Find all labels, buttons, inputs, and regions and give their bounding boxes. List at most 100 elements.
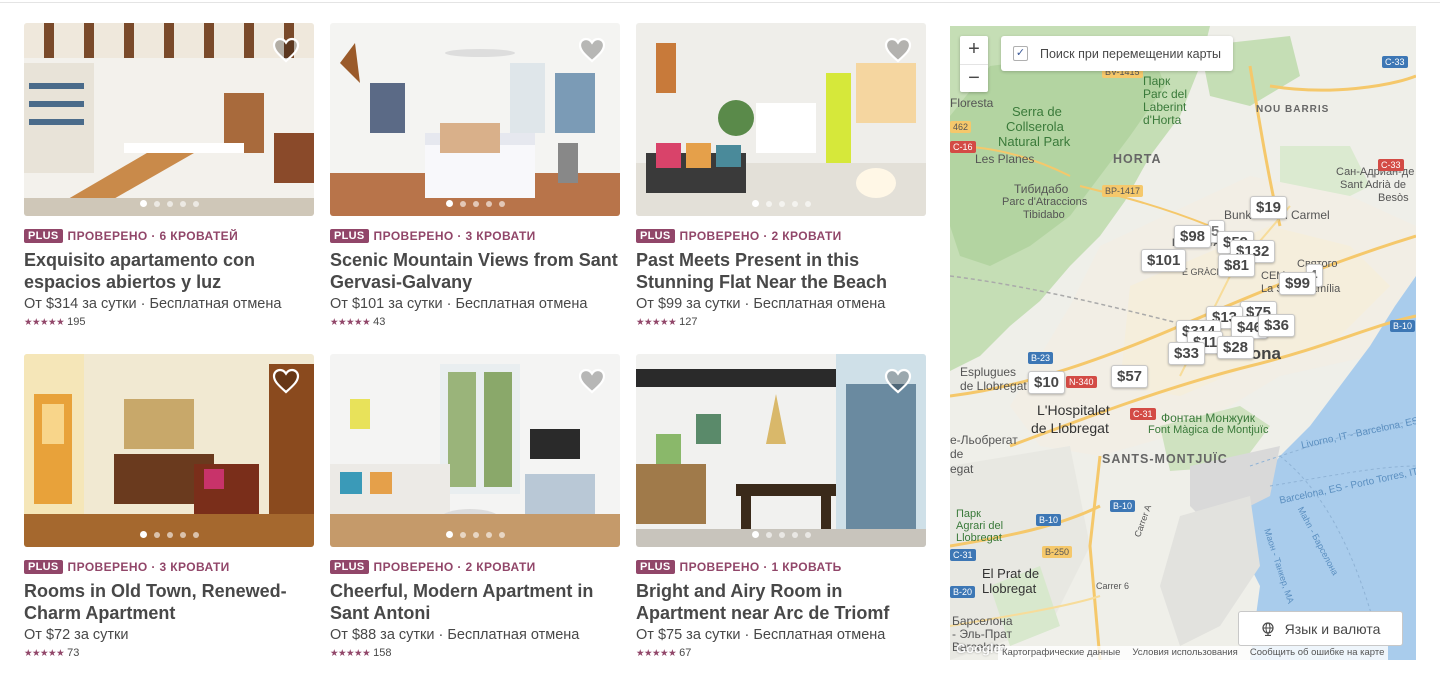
- carousel-dot[interactable]: [804, 531, 811, 538]
- listing-card[interactable]: PLUS ПРОВЕРЕНО · 6 КРОВАТЕЙ Exquisito ap…: [24, 23, 314, 328]
- carousel-dot[interactable]: [445, 200, 453, 207]
- plus-badge: PLUS: [24, 560, 63, 574]
- listing-title[interactable]: Bright and Airy Room in Apartment near A…: [636, 580, 926, 624]
- carousel-dot[interactable]: [765, 200, 772, 207]
- carousel-dot[interactable]: [179, 531, 186, 538]
- road-shield: C-31: [1130, 408, 1156, 420]
- heart-icon[interactable]: [884, 368, 912, 394]
- listing-title[interactable]: Exquisito apartamento con espacios abier…: [24, 249, 314, 293]
- map-label: Тибидабо: [1014, 182, 1069, 196]
- zoom-in-button[interactable]: +: [960, 36, 988, 64]
- listing-title[interactable]: Cheerful, Modern Apartment in Sant Anton…: [330, 580, 620, 624]
- search-on-move-control[interactable]: ✓ Поиск при перемещении карты: [1001, 36, 1233, 71]
- carousel-dot[interactable]: [485, 200, 492, 207]
- carousel-dot[interactable]: [192, 200, 199, 207]
- carousel-dot[interactable]: [498, 200, 505, 207]
- listing-image: [24, 23, 314, 216]
- heart-icon[interactable]: [272, 368, 300, 394]
- carousel-dot[interactable]: [153, 200, 160, 207]
- carousel-dot[interactable]: [778, 200, 785, 207]
- carousel-dot[interactable]: [751, 200, 759, 207]
- listing-photo[interactable]: [330, 354, 620, 547]
- carousel-dot[interactable]: [765, 531, 772, 538]
- map-label: Llobregat: [982, 581, 1037, 596]
- carousel-dot[interactable]: [804, 200, 811, 207]
- carousel-dot[interactable]: [192, 531, 199, 538]
- carousel-dot[interactable]: [139, 531, 147, 538]
- price-pin[interactable]: $57: [1111, 365, 1149, 388]
- carousel-dot[interactable]: [485, 531, 492, 538]
- map-label: Фонтан Монжуик: [1161, 411, 1255, 425]
- listing-price: От $72 за сутки: [24, 627, 129, 643]
- listing-photo[interactable]: [636, 354, 926, 547]
- carousel-dot[interactable]: [166, 531, 173, 538]
- carousel-dot[interactable]: [179, 200, 186, 207]
- listing-card[interactable]: PLUS ПРОВЕРЕНО · 2 КРОВАТИ Cheerful, Mod…: [330, 354, 620, 659]
- heart-icon[interactable]: [578, 368, 606, 394]
- listing-price: От $75 за сутки · Бесплатная отмена: [636, 627, 886, 643]
- price-pin[interactable]: $10: [1028, 371, 1066, 394]
- map-label: Besòs: [1378, 192, 1409, 204]
- listing-title[interactable]: Past Meets Present in this Stunning Flat…: [636, 249, 926, 293]
- language-currency-button[interactable]: Язык и валюта: [1238, 611, 1403, 646]
- price-pin[interactable]: $33: [1168, 342, 1206, 365]
- carousel-dot[interactable]: [139, 200, 147, 207]
- star-rating-icon: ★★★★★: [24, 647, 65, 659]
- photo-carousel-dots[interactable]: [330, 531, 620, 538]
- price-pin[interactable]: $36: [1258, 314, 1296, 337]
- carousel-dot[interactable]: [751, 531, 759, 538]
- listing-card[interactable]: PLUS ПРОВЕРЕНО · 2 КРОВАТИ Past Meets Pr…: [636, 23, 926, 328]
- carousel-dot[interactable]: [153, 531, 160, 538]
- price-pin[interactable]: $28: [1217, 336, 1255, 359]
- listing-card[interactable]: PLUS ПРОВЕРЕНО · 3 КРОВАТИ Scenic Mounta…: [330, 23, 620, 328]
- listing-card[interactable]: PLUS ПРОВЕРЕНО · 1 КРОВАТЬ Bright and Ai…: [636, 354, 926, 659]
- carousel-dot[interactable]: [498, 531, 505, 538]
- road-shield: B-10: [1036, 514, 1062, 526]
- photo-carousel-dots[interactable]: [636, 200, 926, 207]
- map-label: Les Planes: [975, 152, 1035, 166]
- carousel-dot[interactable]: [459, 200, 466, 207]
- road-shield: 462: [950, 121, 972, 133]
- heart-icon[interactable]: [884, 37, 912, 63]
- listing-card[interactable]: PLUS ПРОВЕРЕНО · 3 КРОВАТИ Rooms in Old …: [24, 354, 314, 659]
- carousel-dot[interactable]: [166, 200, 173, 207]
- listing-photo[interactable]: [24, 354, 314, 547]
- listing-title[interactable]: Rooms in Old Town, Renewed-Charm Apartme…: [24, 580, 314, 624]
- map-label: El Prat de: [982, 566, 1040, 581]
- photo-carousel-dots[interactable]: [330, 200, 620, 207]
- listing-rating: ★★★★★ 73: [24, 647, 314, 659]
- top-divider: [0, 2, 1440, 3]
- carousel-dot[interactable]: [472, 531, 479, 538]
- carousel-dot[interactable]: [791, 200, 798, 207]
- price-pin[interactable]: $101: [1141, 249, 1187, 272]
- carousel-dot[interactable]: [472, 200, 479, 207]
- photo-carousel-dots[interactable]: [24, 200, 314, 207]
- map[interactable]: Floresta Парк Parc del Laberint d'Horta …: [950, 26, 1416, 660]
- map-data-link[interactable]: Картографические данные: [1002, 647, 1120, 659]
- heart-icon[interactable]: [578, 37, 606, 63]
- price-pin[interactable]: $98: [1174, 225, 1212, 248]
- listing-photo[interactable]: [636, 23, 926, 216]
- search-on-move-checkbox[interactable]: ✓: [1013, 46, 1028, 61]
- heart-icon[interactable]: [272, 37, 300, 63]
- review-count: 158: [373, 647, 392, 659]
- price-pin[interactable]: $81: [1218, 254, 1256, 277]
- listing-photo[interactable]: [330, 23, 620, 216]
- zoom-out-button[interactable]: −: [960, 65, 988, 93]
- listing-price: От $314 за сутки · Бесплатная отмена: [24, 296, 282, 312]
- price-pin[interactable]: $99: [1279, 272, 1317, 295]
- photo-carousel-dots[interactable]: [24, 531, 314, 538]
- listing-title[interactable]: Scenic Mountain Views from Sant Gervasi-…: [330, 249, 620, 293]
- photo-carousel-dots[interactable]: [636, 531, 926, 538]
- price-pin[interactable]: $19: [1250, 196, 1288, 219]
- listing-image: [330, 23, 620, 216]
- report-error-link[interactable]: Сообщить об ошибке на карте: [1250, 647, 1385, 659]
- road-shield: BP-1417: [1102, 185, 1144, 197]
- carousel-dot[interactable]: [445, 531, 453, 538]
- terms-link[interactable]: Условия использования: [1132, 647, 1237, 659]
- carousel-dot[interactable]: [791, 531, 798, 538]
- listing-photo[interactable]: [24, 23, 314, 216]
- carousel-dot[interactable]: [778, 531, 785, 538]
- carousel-dot[interactable]: [459, 531, 466, 538]
- star-rating-icon: ★★★★★: [24, 316, 65, 328]
